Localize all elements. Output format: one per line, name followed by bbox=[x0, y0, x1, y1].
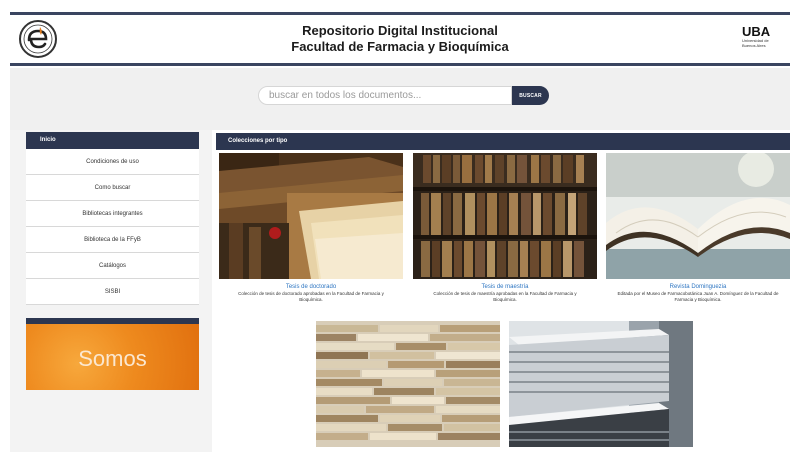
collection-title-dominguezia[interactable]: Revista Dominguezia bbox=[606, 284, 790, 290]
sidebar-item-condiciones[interactable]: Condiciones de uso bbox=[26, 149, 199, 175]
search-input[interactable] bbox=[258, 86, 512, 105]
site-header: Repositorio Digital Institucional Facult… bbox=[10, 12, 790, 66]
collection-title-doctorado[interactable]: Tesis de doctorado bbox=[219, 284, 403, 290]
faculty-logo-icon[interactable] bbox=[18, 19, 58, 59]
collection-card-dominguezia: Revista Dominguezia Editada por el Museo… bbox=[606, 153, 790, 302]
sidebar-item-biblioteca-ffyb[interactable]: Biblioteca de la FFyB bbox=[26, 227, 199, 253]
uba-logo-sub-2: Buenos Aires bbox=[742, 43, 766, 48]
page-title: Repositorio Digital Institucional Facult… bbox=[190, 23, 610, 55]
search-button[interactable]: BUSCAR bbox=[512, 86, 549, 105]
sidebar-nav: Inicio Condiciones de uso Como buscar Bi… bbox=[26, 132, 199, 305]
collection-desc-doctorado: Colección de tesis de doctorado aprobada… bbox=[238, 291, 384, 302]
uba-logo-mark: UBA bbox=[742, 24, 771, 39]
masters-thesis-image[interactable] bbox=[413, 153, 597, 279]
sidebar-item-catalogos[interactable]: Catálogos bbox=[26, 253, 199, 279]
search-band: BUSCAR bbox=[10, 68, 790, 130]
collection-card-libros bbox=[316, 321, 500, 447]
collection-card-maestria: Tesis de maestría Colección de tesis de … bbox=[413, 153, 597, 302]
stacked-books-image[interactable] bbox=[316, 321, 500, 447]
uba-logo[interactable]: UBA Universidad de Buenos Aires bbox=[742, 25, 782, 48]
title-line-2: Facultad de Farmacia y Bioquímica bbox=[291, 39, 509, 54]
collection-desc-dominguezia: Editada por el Museo de Farmacobotánica … bbox=[617, 291, 779, 302]
sidebar-item-bibliotecas[interactable]: Bibliotecas integrantes bbox=[26, 201, 199, 227]
doctoral-thesis-image[interactable] bbox=[219, 153, 403, 279]
title-line-1: Repositorio Digital Institucional bbox=[302, 23, 498, 38]
collection-title-maestria[interactable]: Tesis de maestría bbox=[413, 284, 597, 290]
collection-card-revistas bbox=[509, 321, 693, 447]
collection-desc-maestria: Colección de tesis de maestría aprobadas… bbox=[433, 291, 577, 302]
dominguezia-journal-image[interactable] bbox=[606, 153, 790, 279]
collections-heading: Colecciones por tipo bbox=[216, 133, 790, 150]
sidebar-heading[interactable]: Inicio bbox=[26, 132, 199, 149]
collection-card-doctorado: Tesis de doctorado Colección de tesis de… bbox=[219, 153, 403, 302]
somos-banner-label: Somos bbox=[78, 346, 147, 371]
somos-banner[interactable]: Somos bbox=[26, 318, 199, 390]
sidebar-item-sisbi[interactable]: SISBI bbox=[26, 279, 199, 305]
magazine-stack-image[interactable] bbox=[509, 321, 693, 447]
sidebar-item-como-buscar[interactable]: Como buscar bbox=[26, 175, 199, 201]
